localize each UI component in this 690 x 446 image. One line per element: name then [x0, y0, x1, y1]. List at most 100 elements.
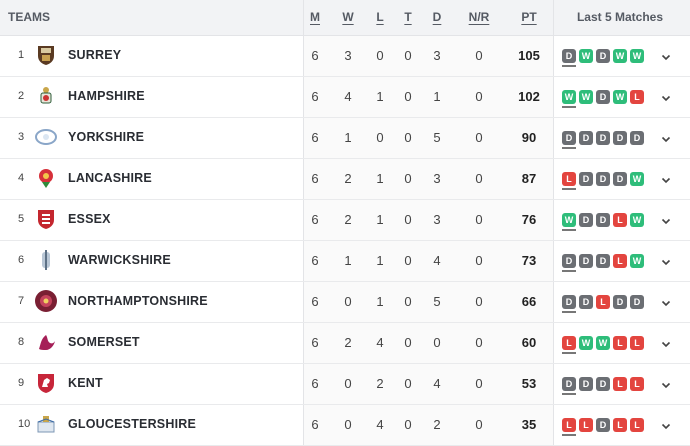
result-badge[interactable]: D [596, 171, 610, 186]
result-badge[interactable]: D [613, 130, 627, 145]
result-badge[interactable]: D [562, 130, 576, 149]
result-badge[interactable]: L [596, 294, 610, 309]
no-result-cell: 0 [475, 212, 483, 227]
table-row[interactable]: 2 HAMPSHIRE 6 4 1 0 1 0 102 W W D W L [0, 76, 690, 118]
table-row[interactable]: 9 KENT 6 0 2 0 4 0 53 D D D L L [0, 363, 690, 405]
gloucestershire-crest-icon [34, 412, 58, 436]
result-badge[interactable]: D [596, 417, 610, 432]
table-row[interactable]: 10 GLOUCESTERSHIRE 6 0 4 0 2 0 35 L L D L L [0, 404, 690, 446]
draws-cell: 3 [433, 212, 441, 227]
chevron-down-icon[interactable] [661, 295, 671, 307]
team-name[interactable]: SURREY [68, 35, 121, 76]
table-row[interactable]: 6 WARWICKSHIRE 6 1 1 0 4 0 73 D D D L W [0, 240, 690, 282]
result-badge[interactable]: W [562, 212, 576, 231]
result-badge[interactable]: L [613, 335, 627, 350]
result-badge[interactable]: D [596, 253, 610, 268]
header-matches[interactable]: M [303, 0, 327, 35]
result-badge[interactable]: W [613, 48, 627, 63]
table-header: TEAMS M W L T D N/R PT Last 5 Matches [0, 0, 690, 36]
result-badge[interactable]: W [562, 89, 576, 108]
result-badge[interactable]: L [630, 376, 644, 391]
team-name[interactable]: ESSEX [68, 199, 111, 240]
wins-cell: 0 [344, 294, 352, 309]
header-ties[interactable]: T [396, 0, 420, 35]
chevron-down-icon[interactable] [661, 254, 671, 266]
result-badge[interactable]: D [562, 48, 576, 67]
losses-cell: 0 [376, 130, 384, 145]
last-5-form: LDDDW [562, 158, 644, 199]
chevron-down-icon[interactable] [661, 131, 671, 143]
result-badge[interactable]: D [562, 294, 576, 313]
header-teams[interactable]: TEAMS [8, 0, 68, 35]
result-badge[interactable]: L [562, 417, 576, 436]
last-5-form: DDLDD [562, 281, 644, 322]
result-badge[interactable]: L [613, 212, 627, 227]
team-name[interactable]: HAMPSHIRE [68, 76, 145, 117]
team-name[interactable]: WARWICKSHIRE [68, 240, 171, 281]
result-badge[interactable]: L [630, 417, 644, 432]
result-badge[interactable]: W [579, 89, 593, 104]
result-badge[interactable]: D [596, 48, 610, 63]
result-badge[interactable]: D [579, 294, 593, 309]
result-badge[interactable]: D [596, 212, 610, 227]
result-badge[interactable]: W [630, 48, 644, 63]
header-losses[interactable]: L [368, 0, 392, 35]
result-badge[interactable]: W [596, 335, 610, 350]
chevron-down-icon[interactable] [661, 377, 671, 389]
header-points[interactable]: PT [514, 0, 544, 35]
result-badge[interactable]: L [613, 417, 627, 432]
result-badge[interactable]: D [596, 376, 610, 391]
hampshire-crest-icon [34, 84, 58, 108]
result-badge[interactable]: W [630, 253, 644, 268]
table-row[interactable]: 8 SOMERSET 6 2 4 0 0 0 60 L W W L L [0, 322, 690, 364]
standings-table: TEAMS M W L T D N/R PT Last 5 Matches 1 S… [0, 0, 690, 446]
result-badge[interactable]: L [630, 335, 644, 350]
chevron-down-icon[interactable] [661, 172, 671, 184]
result-badge[interactable]: L [613, 253, 627, 268]
result-badge[interactable]: D [596, 89, 610, 104]
result-badge[interactable]: W [630, 212, 644, 227]
draws-cell: 1 [433, 89, 441, 104]
header-wins[interactable]: W [336, 0, 360, 35]
result-badge[interactable]: L [613, 376, 627, 391]
result-badge[interactable]: L [562, 171, 576, 190]
result-badge[interactable]: W [579, 335, 593, 350]
table-row[interactable]: 4 LANCASHIRE 6 2 1 0 3 0 87 L D D D W [0, 158, 690, 200]
result-badge[interactable]: D [613, 294, 627, 309]
table-row[interactable]: 3 YORKSHIRE 6 1 0 0 5 0 90 D D D D D [0, 117, 690, 159]
result-badge[interactable]: D [579, 171, 593, 186]
result-badge[interactable]: W [630, 171, 644, 186]
result-badge[interactable]: L [562, 335, 576, 354]
chevron-down-icon[interactable] [661, 213, 671, 225]
chevron-down-icon[interactable] [661, 418, 671, 430]
result-badge[interactable]: D [579, 212, 593, 227]
result-badge[interactable]: D [562, 253, 576, 272]
table-row[interactable]: 7 NORTHAMPTONSHIRE 6 0 1 0 5 0 66 D D L D D [0, 281, 690, 323]
result-badge[interactable]: D [579, 130, 593, 145]
result-badge[interactable]: D [579, 253, 593, 268]
table-row[interactable]: 1 SURREY 6 3 0 0 3 0 105 D W D W W [0, 35, 690, 77]
team-name[interactable]: LANCASHIRE [68, 158, 152, 199]
header-no-result[interactable]: N/R [459, 0, 499, 35]
chevron-down-icon[interactable] [661, 49, 671, 61]
draws-cell: 3 [433, 48, 441, 63]
table-row[interactable]: 5 ESSEX 6 2 1 0 3 0 76 W D D L W [0, 199, 690, 241]
result-badge[interactable]: D [613, 171, 627, 186]
team-name[interactable]: NORTHAMPTONSHIRE [68, 281, 208, 322]
result-badge[interactable]: L [630, 89, 644, 104]
result-badge[interactable]: W [579, 48, 593, 63]
team-name[interactable]: KENT [68, 363, 103, 404]
result-badge[interactable]: D [579, 376, 593, 391]
header-draws[interactable]: D [425, 0, 449, 35]
team-name[interactable]: GLOUCESTERSHIRE [68, 404, 196, 445]
result-badge[interactable]: W [613, 89, 627, 104]
result-badge[interactable]: L [579, 417, 593, 432]
chevron-down-icon[interactable] [661, 90, 671, 102]
result-badge[interactable]: D [596, 130, 610, 145]
chevron-down-icon[interactable] [661, 336, 671, 348]
result-badge[interactable]: D [630, 294, 644, 309]
result-badge[interactable]: D [630, 130, 644, 145]
result-badge[interactable]: D [562, 376, 576, 395]
team-name[interactable]: SOMERSET [68, 322, 140, 363]
team-name[interactable]: YORKSHIRE [68, 117, 144, 158]
